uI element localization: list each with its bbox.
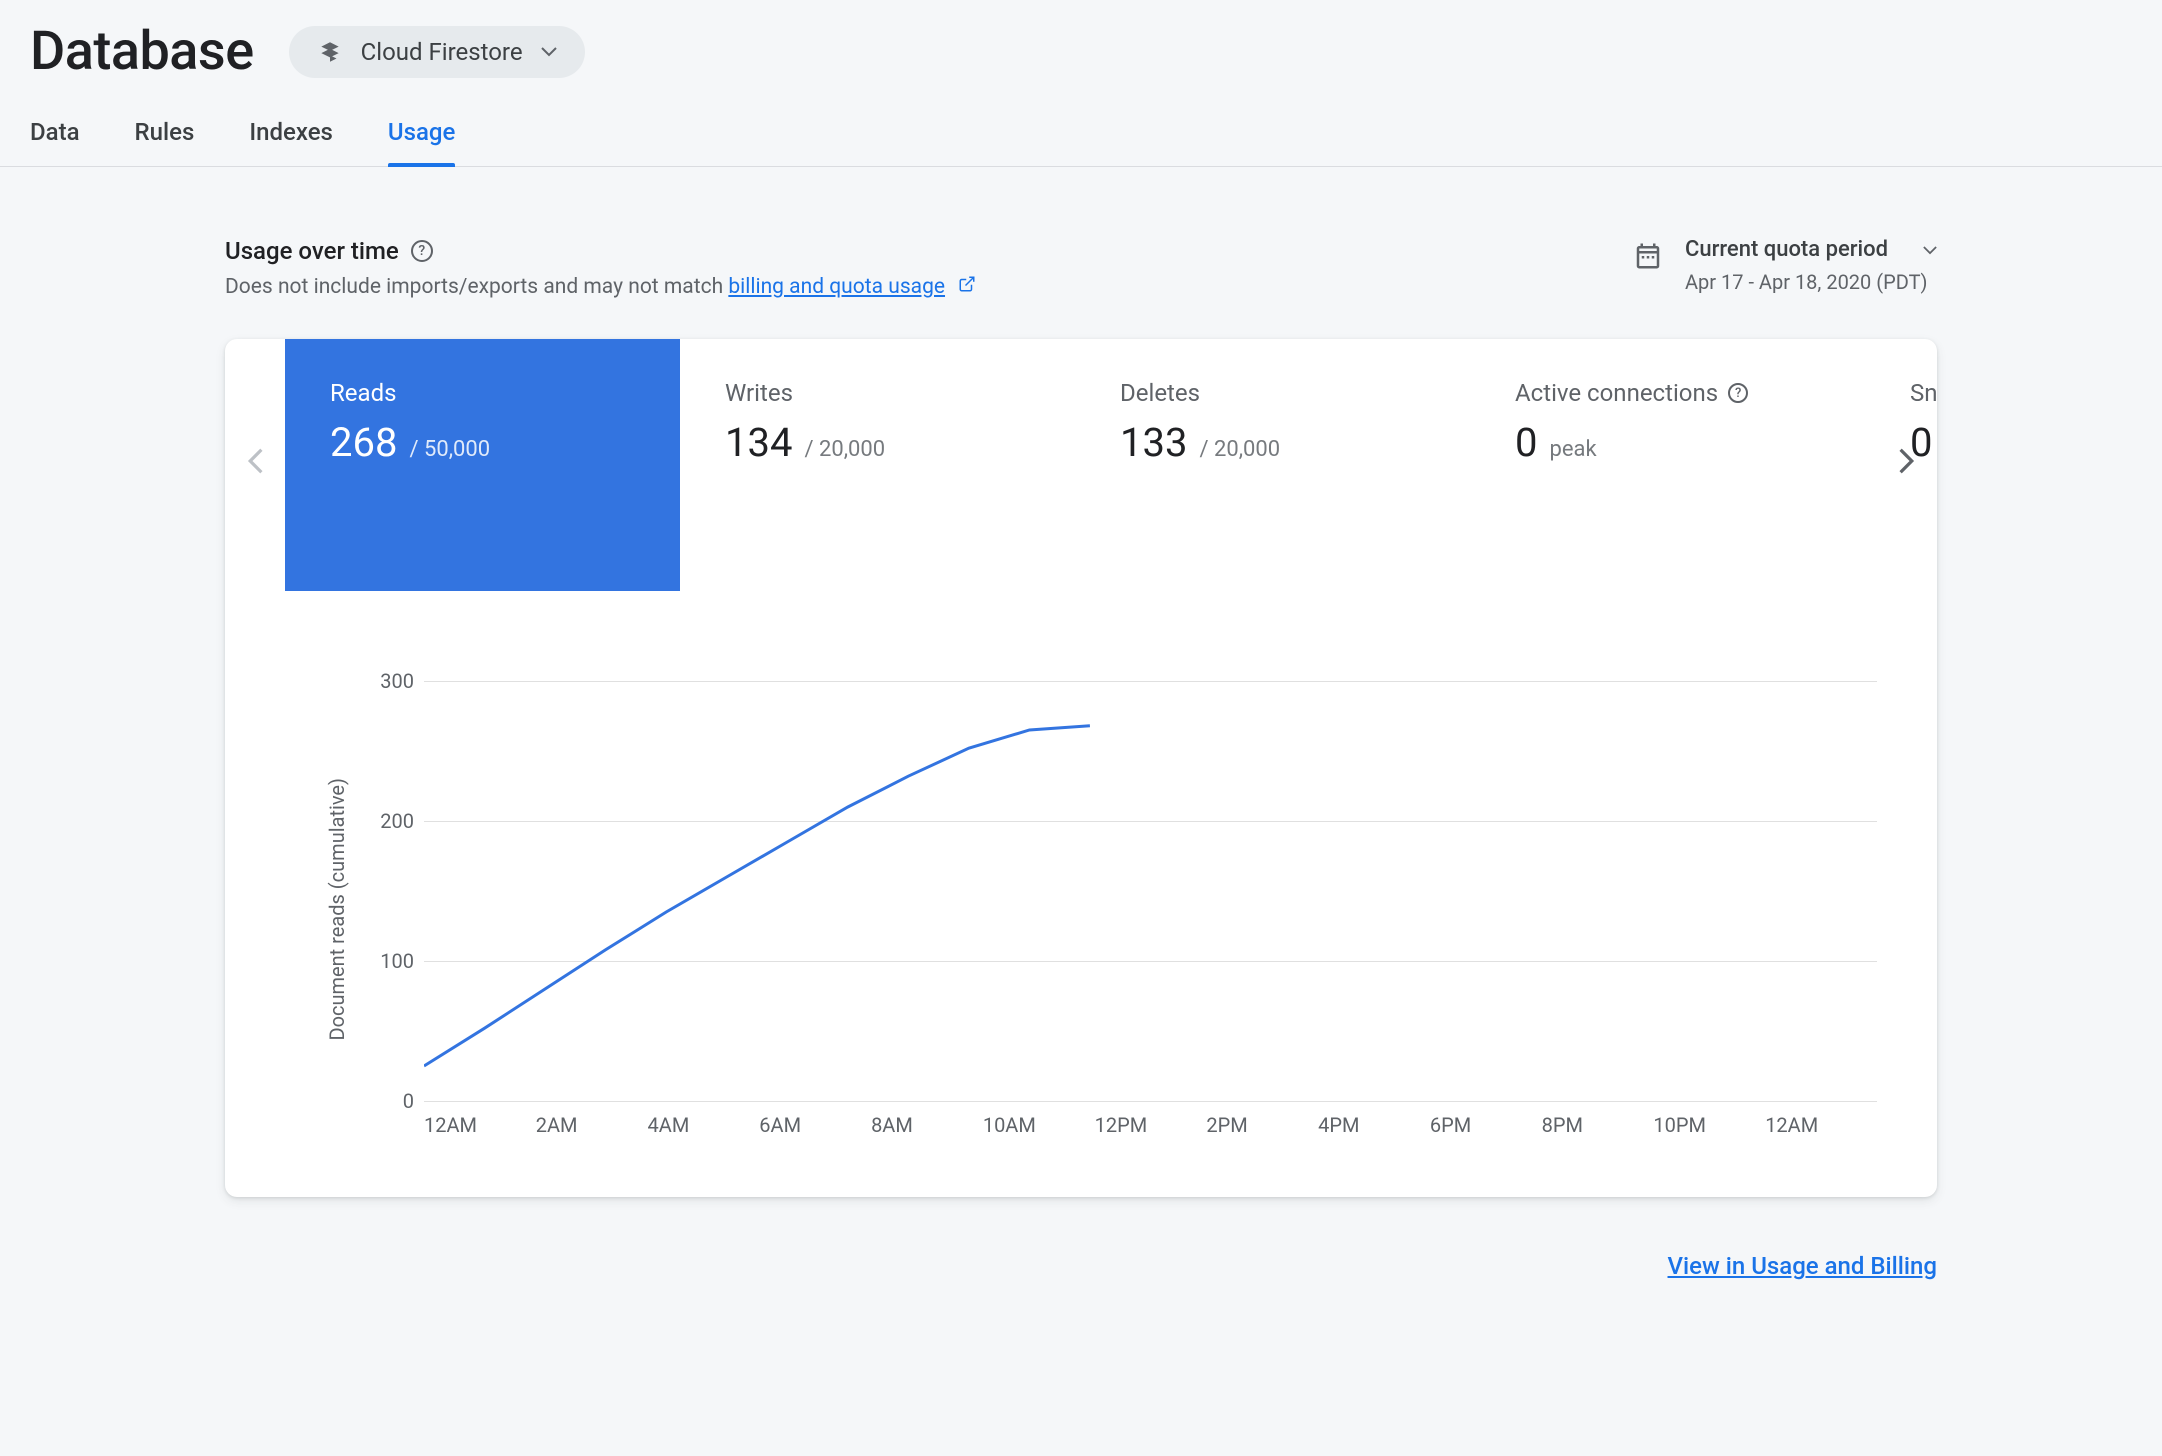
- metric-writes[interactable]: Writes 134 / 20,000: [680, 339, 1075, 591]
- metric-active-connections[interactable]: Active connections ? 0 peak: [1470, 339, 1865, 591]
- chart-xtick: 4AM: [648, 1113, 760, 1137]
- usage-subtitle-text: Does not include imports/exports and may…: [225, 275, 728, 299]
- firestore-icon: [317, 39, 343, 65]
- metric-limit: / 20,000: [804, 437, 885, 462]
- chart-ytick: 0: [369, 1089, 414, 1113]
- chart-xtick: 8AM: [871, 1113, 983, 1137]
- metric-limit: / 50,000: [409, 437, 490, 462]
- metric-value: 0: [1515, 419, 1537, 466]
- chart-plot-area: 0100200300: [424, 681, 1877, 1101]
- period-selector[interactable]: Current quota period: [1685, 237, 1937, 262]
- metrics-next-button[interactable]: [1889, 437, 1925, 493]
- metric-label: Active connections: [1515, 379, 1718, 407]
- chart-xtick: 10PM: [1653, 1113, 1765, 1137]
- help-icon[interactable]: ?: [1728, 383, 1748, 403]
- page-title: Database: [30, 20, 254, 83]
- metric-label: Reads: [330, 379, 397, 407]
- external-link-icon: [958, 275, 976, 299]
- period-range: Apr 17 - Apr 18, 2020 (PDT): [1685, 270, 1937, 294]
- metric-value: 134: [725, 419, 792, 466]
- metric-limit: / 20,000: [1199, 437, 1280, 462]
- tab-usage[interactable]: Usage: [388, 118, 455, 166]
- metric-label: Deletes: [1120, 379, 1200, 407]
- metric-suffix: peak: [1549, 437, 1596, 462]
- chart-ytick: 100: [369, 949, 414, 973]
- chart-line: [424, 681, 1877, 1101]
- usage-card: Reads 268 / 50,000 Writes 134 / 20,000: [225, 339, 1937, 1197]
- usage-title: Usage over time: [225, 237, 399, 265]
- chart-xtick: 12AM: [424, 1113, 536, 1137]
- chart-xtick: 8PM: [1542, 1113, 1654, 1137]
- chart-xtick: 2AM: [536, 1113, 648, 1137]
- metric-value: 133: [1120, 419, 1187, 466]
- tab-indexes[interactable]: Indexes: [249, 118, 333, 166]
- chart-xtick: 2PM: [1206, 1113, 1318, 1137]
- chart-xtick: 12AM: [1765, 1113, 1877, 1137]
- metric-deletes[interactable]: Deletes 133 / 20,000: [1075, 339, 1470, 591]
- chart-ytick: 300: [369, 669, 414, 693]
- view-usage-billing-link[interactable]: View in Usage and Billing: [1668, 1252, 1937, 1280]
- billing-quota-link[interactable]: billing and quota usage: [728, 275, 945, 299]
- chart-gridline: [424, 1101, 1877, 1102]
- calendar-icon: [1633, 237, 1663, 275]
- chart-ytick: 200: [369, 809, 414, 833]
- chart-xaxis: 12AM2AM4AM6AM8AM10AM12PM2PM4PM6PM8PM10PM…: [424, 1113, 1877, 1137]
- metrics-prev-button[interactable]: [237, 437, 273, 493]
- database-type-selector[interactable]: Cloud Firestore: [289, 26, 585, 78]
- chart-xtick: 4PM: [1318, 1113, 1430, 1137]
- chevron-down-icon: [1923, 240, 1937, 259]
- period-label: Current quota period: [1685, 237, 1888, 262]
- metric-value: 268: [330, 419, 397, 466]
- chart-xtick: 6AM: [759, 1113, 871, 1137]
- tab-data[interactable]: Data: [30, 118, 80, 166]
- tab-rules[interactable]: Rules: [135, 118, 195, 166]
- chart-xtick: 6PM: [1430, 1113, 1542, 1137]
- metric-reads[interactable]: Reads 268 / 50,000: [285, 339, 680, 591]
- chart-xtick: 10AM: [983, 1113, 1095, 1137]
- metric-label: Snapsh: [1910, 379, 1937, 407]
- metrics-strip: Reads 268 / 50,000 Writes 134 / 20,000: [225, 339, 1937, 591]
- usage-subtitle: Does not include imports/exports and may…: [225, 275, 976, 299]
- chart-xtick: 12PM: [1095, 1113, 1207, 1137]
- metric-label: Writes: [725, 379, 793, 407]
- help-icon[interactable]: ?: [411, 240, 433, 262]
- database-type-label: Cloud Firestore: [361, 38, 523, 66]
- chart-ylabel: Document reads (cumulative): [315, 778, 349, 1041]
- tabs: Data Rules Indexes Usage: [0, 83, 2162, 167]
- chevron-down-icon: [541, 41, 557, 62]
